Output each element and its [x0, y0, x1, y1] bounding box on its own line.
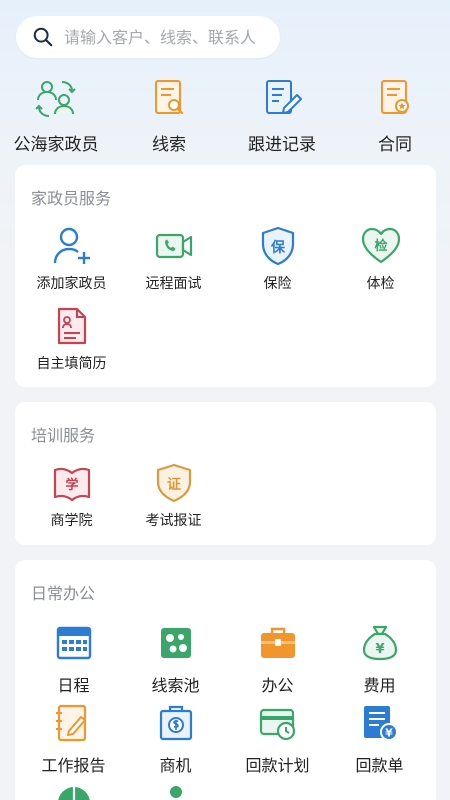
video-call-icon	[155, 233, 192, 259]
service-label: 远程面试	[145, 276, 202, 292]
follow-edit-icon	[266, 80, 302, 114]
service-label: 自主填简历	[36, 356, 107, 372]
calendar-icon	[56, 626, 91, 660]
training-academy[interactable]: 学 商学院	[19, 462, 124, 530]
housekeeper-services-card: 家政员服务 添加家政员 远程面试 保 保险 检 体检 自主填简历	[15, 165, 436, 387]
training-label: 考试报证	[145, 513, 202, 529]
certificate-glyph: 证	[167, 477, 181, 493]
office-item-next-row-2[interactable]	[123, 782, 228, 800]
payment-receipt-icon: ¥	[363, 706, 398, 741]
office-schedule[interactable]: 日程	[21, 622, 126, 696]
office-label: 工作报告	[41, 756, 106, 775]
service-add-housekeeper[interactable]: 添加家政员	[19, 225, 124, 293]
add-person-icon	[53, 227, 90, 264]
quick-item-label: 跟进记录	[248, 135, 316, 155]
quick-item-follow-up[interactable]: 跟进记录	[226, 72, 338, 155]
service-label: 添加家政员	[36, 276, 107, 292]
contact-person-icon	[169, 786, 182, 798]
certificate-icon: 证	[156, 463, 191, 503]
health-check-heart-icon: 检	[361, 227, 400, 264]
daily-office-card: 日常办公 日程 线索池 办公 ¥ 费用 工作报告 商机 回款计划 ¥ 回款单	[15, 560, 436, 800]
resume-icon	[57, 307, 86, 345]
search-bar[interactable]	[16, 16, 280, 58]
health-check-glyph: 检	[374, 238, 387, 254]
service-insurance[interactable]: 保 保险	[225, 225, 330, 293]
quick-item-public-pool[interactable]: 公海家政员	[0, 72, 112, 155]
lead-search-icon	[155, 80, 184, 115]
training-services-card: 培训服务 学 商学院 证 考试报证	[15, 402, 436, 545]
quick-item-contract[interactable]: 合同	[339, 72, 450, 155]
office-lead-pool[interactable]: 线索池	[123, 622, 228, 696]
quick-item-label: 公海家政员	[13, 135, 99, 155]
service-label: 保险	[263, 276, 292, 292]
insurance-shield-icon: 保	[261, 226, 294, 266]
service-self-resume[interactable]: 自主填简历	[19, 305, 124, 373]
opportunity-icon	[159, 705, 192, 741]
section-title: 家政员服务	[31, 189, 112, 208]
office-item-next-row-1[interactable]	[21, 782, 126, 800]
quick-item-leads[interactable]: 线索	[113, 72, 225, 155]
money-glyph: ¥	[375, 642, 384, 657]
quick-item-label: 合同	[378, 135, 412, 155]
money-bag-icon: ¥	[362, 625, 397, 661]
pie-chart-icon	[57, 787, 90, 800]
office-work[interactable]: 办公	[225, 622, 330, 696]
office-opportunity[interactable]: 商机	[123, 702, 228, 776]
briefcase-icon	[260, 627, 295, 658]
office-label: 回款单	[355, 756, 404, 775]
service-health-check[interactable]: 检 体检	[328, 225, 433, 293]
section-title: 日常办公	[31, 584, 96, 603]
section-title: 培训服务	[31, 426, 96, 445]
work-report-icon	[55, 704, 86, 742]
service-label: 体检	[366, 276, 395, 292]
training-label: 商学院	[50, 513, 93, 529]
academy-glyph: 学	[65, 477, 78, 493]
office-label: 商机	[159, 756, 192, 775]
office-label: 费用	[363, 676, 396, 695]
office-label: 日程	[57, 676, 90, 695]
office-expenses[interactable]: ¥ 费用	[327, 622, 432, 696]
office-payment-plan[interactable]: 回款计划	[225, 702, 330, 776]
training-certificate[interactable]: 证 考试报证	[121, 462, 226, 530]
quick-actions: 公海家政员 线索 跟进记录 合同	[0, 72, 450, 155]
academy-book-icon: 学	[53, 467, 90, 502]
office-label: 回款计划	[245, 756, 310, 775]
quick-item-label: 线索	[152, 135, 186, 155]
search-icon	[33, 27, 53, 47]
office-label: 办公	[261, 676, 294, 695]
office-work-report[interactable]: 工作报告	[21, 702, 126, 776]
search-input[interactable]	[64, 27, 269, 47]
contract-icon	[381, 80, 409, 114]
insurance-glyph: 保	[270, 239, 286, 256]
office-label: 线索池	[151, 676, 200, 695]
receipt-glyph: ¥	[385, 727, 393, 740]
lead-pool-icon	[160, 628, 191, 658]
office-payment-receipt[interactable]: ¥ 回款单	[327, 702, 432, 776]
service-remote-interview[interactable]: 远程面试	[121, 225, 226, 293]
payment-plan-icon	[259, 708, 295, 741]
people-sync-icon	[35, 81, 76, 117]
